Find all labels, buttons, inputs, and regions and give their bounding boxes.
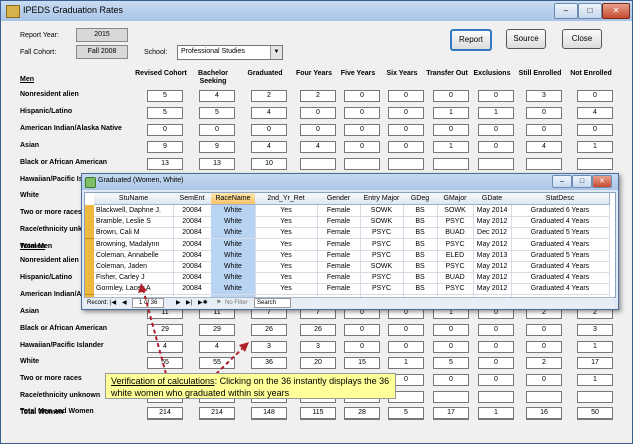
- window-title: IPEDS Graduation Rates: [23, 5, 124, 15]
- form-body: Report Year: 2015 Fall Cohort: Fall 2008…: [1, 21, 632, 443]
- title-bar: IPEDS Graduation Rates – □ ✕: [1, 1, 632, 21]
- verification-callout: Verification of calculations: Clicking o…: [105, 373, 396, 399]
- arrowhead-up-icon: [138, 283, 147, 293]
- arrow-to-record-count: [142, 288, 167, 375]
- maximize-button[interactable]: □: [578, 3, 602, 19]
- arrow-to-graduated-cell: [215, 345, 246, 375]
- callout-lead: Verification of calculations: [111, 376, 215, 386]
- main-window: IPEDS Graduation Rates – □ ✕ Report Year…: [0, 0, 633, 444]
- app-icon: [6, 5, 20, 18]
- arrowhead-right-icon: [239, 342, 249, 352]
- minimize-button[interactable]: –: [554, 3, 578, 19]
- close-window-button[interactable]: ✕: [602, 3, 630, 19]
